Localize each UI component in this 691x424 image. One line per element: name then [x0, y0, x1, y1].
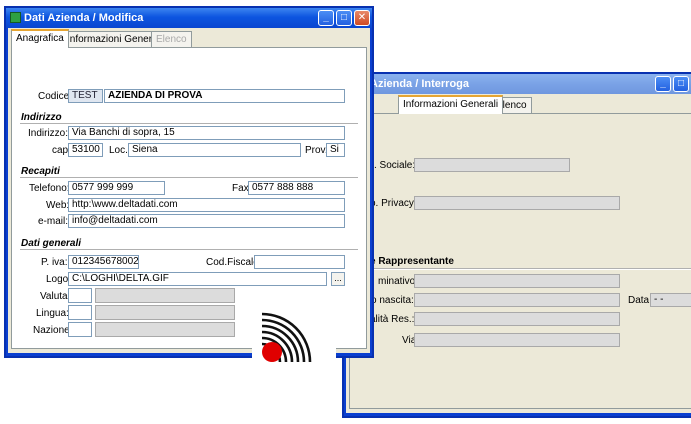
nazione-code-field[interactable]	[68, 322, 92, 337]
luogo-nascita-label: o nascita:	[371, 295, 414, 306]
lingua-label: Lingua:	[36, 308, 69, 319]
browse-logo-button[interactable]: ...	[331, 272, 345, 286]
email-label: e-mail:	[38, 216, 69, 227]
indirizzo-field[interactable]: Via Banchi di sopra, 15	[68, 126, 345, 140]
telefono-label: Telefono:	[29, 183, 70, 194]
app-icon	[10, 12, 21, 23]
codice-label: Codice:	[38, 91, 72, 102]
window-title: Dati Azienda / Modifica	[24, 12, 144, 24]
interroga-window: Azienda / Interroga _ □ afica Informazio…	[338, 72, 691, 418]
privacy-field[interactable]	[414, 196, 620, 210]
delta-logo-image	[261, 312, 312, 363]
indirizzo-label: Indirizzo:	[28, 128, 69, 139]
privacy-label: o. Privacy:	[370, 198, 417, 209]
maximize-button[interactable]: □	[673, 76, 689, 92]
ragione-sociale-label: . Sociale:	[374, 160, 416, 171]
data-label: Data:	[628, 295, 652, 306]
via-field[interactable]	[414, 333, 620, 347]
tab-elenco: Elenco	[151, 31, 192, 47]
nazione-label: Nazione:	[33, 325, 73, 336]
web-field[interactable]: http:\www.deltadati.com	[68, 198, 345, 212]
section-divider	[20, 123, 358, 125]
valuta-label: Valuta:	[40, 291, 71, 302]
email-field[interactable]: info@deltadati.com	[68, 214, 345, 228]
codice-field[interactable]: TEST	[68, 89, 103, 103]
provincia-field[interactable]: Si	[326, 143, 345, 157]
ragione-sociale-field[interactable]: AZIENDA DI PROVA	[104, 89, 345, 103]
modifica-window: Dati Azienda / Modifica _ □ ✕ Anagrafica…	[4, 6, 374, 370]
interroga-client: afica Informazioni Generali Elenco . Soc…	[338, 94, 691, 413]
cap-field[interactable]: 53100	[68, 143, 103, 157]
luogo-nascita-field[interactable]	[414, 293, 620, 307]
minimize-button[interactable]: _	[318, 10, 334, 26]
residenza-label: alità Res.:	[370, 314, 415, 325]
ragione-sociale-field[interactable]	[414, 158, 570, 172]
logo-path-field[interactable]: C:\LOGHI\DELTA.GIF	[68, 272, 327, 286]
informazioni-panel: . Sociale: o. Privacy: e Rappresentante …	[349, 113, 691, 409]
nazione-description-field	[95, 322, 235, 337]
recapiti-section-title: Recapiti	[21, 166, 60, 177]
data-nascita-field[interactable]: - -	[650, 293, 691, 307]
maximize-button[interactable]: □	[336, 10, 352, 26]
telefono-field[interactable]: 0577 999 999	[68, 181, 165, 195]
tab-anagrafica[interactable]: Anagrafica	[11, 29, 69, 48]
valuta-code-field[interactable]	[68, 288, 92, 303]
fax-field[interactable]: 0577 888 888	[248, 181, 345, 195]
close-button[interactable]: ✕	[354, 10, 370, 26]
nominativo-label: minativo:	[378, 276, 419, 287]
interroga-titlebar[interactable]: Azienda / Interroga _ □	[344, 74, 691, 94]
localita-field[interactable]: Siena	[128, 143, 301, 157]
logo-preview	[252, 292, 336, 370]
web-label: Web:	[46, 200, 70, 211]
partita-iva-label: P. iva:	[41, 257, 68, 268]
codice-fiscale-field[interactable]	[254, 255, 345, 269]
indirizzo-section-title: Indirizzo	[21, 112, 62, 123]
section-divider	[20, 249, 358, 251]
rappresentante-section-title: e Rappresentante	[370, 256, 454, 267]
partita-iva-field[interactable]: 012345678002	[68, 255, 139, 269]
anagrafica-panel: Codice: TEST AZIENDA DI PROVA Indirizzo …	[11, 47, 367, 370]
window-title: Azienda / Interroga	[370, 78, 470, 90]
modifica-client: Anagrafica Informazioni Generali Elenco …	[8, 28, 370, 370]
modifica-titlebar[interactable]: Dati Azienda / Modifica _ □ ✕	[6, 8, 372, 28]
section-divider	[350, 268, 691, 270]
dati-generali-section-title: Dati generali	[21, 238, 82, 249]
minimize-button[interactable]: _	[655, 76, 671, 92]
lingua-description-field	[95, 305, 235, 320]
lingua-code-field[interactable]	[68, 305, 92, 320]
residenza-field[interactable]	[414, 312, 620, 326]
tab-informazioni-generali[interactable]: Informazioni Generali	[398, 95, 504, 114]
nominativo-field[interactable]	[414, 274, 620, 288]
section-divider	[20, 177, 358, 179]
valuta-description-field	[95, 288, 235, 303]
